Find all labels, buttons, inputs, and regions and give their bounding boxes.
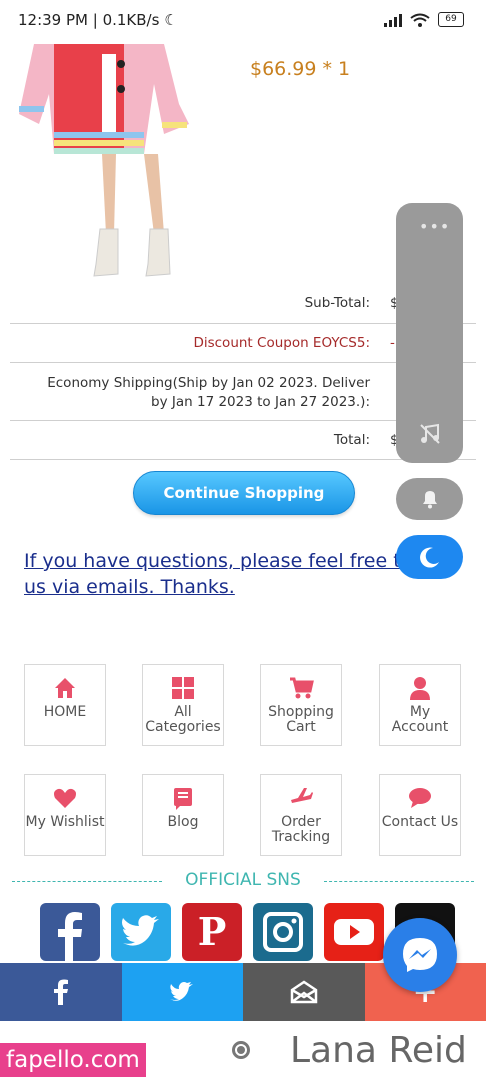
more-dots-icon[interactable]: ••• — [419, 217, 450, 236]
nav-tile-contact-us[interactable]: Contact Us — [379, 774, 461, 856]
subtotal-label: Sub-Total: — [304, 295, 370, 311]
share-twitter-button[interactable] — [121, 963, 243, 1021]
youtube-icon[interactable] — [324, 903, 384, 961]
categories-icon — [172, 677, 194, 699]
total-label: Total: — [333, 432, 370, 448]
product-image[interactable] — [14, 44, 194, 284]
share-mail-button[interactable] — [243, 963, 365, 1021]
instagram-icon[interactable] — [253, 903, 313, 961]
share-facebook-button[interactable] — [0, 963, 122, 1021]
twitter-icon[interactable] — [111, 903, 171, 961]
status-bar: 12:39 PM | 0.1KB/s ☾ 69 — [0, 0, 486, 44]
status-icons: 69 — [384, 12, 464, 27]
floating-toolbar[interactable]: ••• — [396, 203, 463, 463]
bell-button[interactable] — [396, 478, 463, 520]
nav-tile-label: My Wishlist — [25, 814, 105, 830]
facebook-icon — [53, 979, 68, 1005]
music-icon[interactable] — [419, 423, 441, 445]
discount-label: Discount Coupon EOYCS5: — [193, 335, 370, 351]
cart-icon — [290, 677, 314, 699]
wifi-icon — [410, 13, 430, 27]
user-icon — [410, 677, 430, 700]
nav-tile-my-account[interactable]: My Account — [379, 664, 461, 746]
product-price: $66.99 * 1 — [250, 58, 351, 80]
messenger-icon — [403, 938, 437, 972]
messenger-chat-button[interactable] — [383, 918, 457, 992]
nav-tile-home[interactable]: HOME — [24, 664, 106, 746]
nav-tile-all-categories[interactable]: All Categories — [142, 664, 224, 746]
nav-tile-label: HOME — [43, 704, 87, 720]
svg-text:P: P — [198, 909, 227, 954]
mail-icon — [290, 980, 317, 1004]
nav-tile-my-wishlist[interactable]: My Wishlist — [24, 774, 106, 856]
nav-tile-label: Order Tracking — [271, 814, 331, 845]
nav-tile-label: All Categories — [145, 704, 221, 735]
plane-icon — [291, 788, 313, 803]
nav-tile-label: Contact Us — [381, 814, 459, 830]
facebook-icon[interactable] — [40, 903, 100, 961]
battery-icon: 69 — [438, 12, 464, 27]
dark-mode-toggle[interactable] — [396, 535, 463, 579]
status-time-speed: 12:39 PM | 0.1KB/s ☾ — [18, 11, 178, 29]
heart-icon — [54, 788, 76, 808]
nav-tile-label: My Account — [391, 704, 449, 735]
status-time-text: 12:39 PM | 0.1KB/s — [18, 11, 160, 29]
nav-tile-label: Shopping Cart — [268, 704, 334, 735]
chat-icon — [409, 788, 431, 808]
pinterest-icon[interactable]: P — [182, 903, 242, 961]
sns-divider-right — [324, 881, 474, 882]
nav-tile-shopping-cart[interactable]: Shopping Cart — [260, 664, 342, 746]
nav-tile-order-tracking[interactable]: Order Tracking — [260, 774, 342, 856]
blog-icon — [174, 788, 192, 810]
signal-icon — [384, 13, 402, 27]
nav-tile-blog[interactable]: Blog — [142, 774, 224, 856]
nav-tile-label: Blog — [167, 814, 199, 830]
home-circle-icon[interactable] — [232, 1041, 250, 1059]
sns-title: OFFICIAL SNS — [185, 870, 301, 890]
moon-icon: ☾ — [164, 11, 178, 29]
home-icon — [55, 678, 75, 698]
continue-shopping-button[interactable]: Continue Shopping — [133, 471, 355, 515]
moon-icon — [420, 547, 439, 568]
shipping-label: Economy Shipping(Ship by Jan 02 2023. De… — [47, 375, 370, 410]
discount-value: - — [390, 335, 395, 351]
watermark-left: fapello.com — [0, 1043, 146, 1077]
bell-icon — [423, 491, 437, 509]
watermark-right: Lana Reid — [290, 1030, 467, 1071]
twitter-icon — [170, 982, 194, 1001]
